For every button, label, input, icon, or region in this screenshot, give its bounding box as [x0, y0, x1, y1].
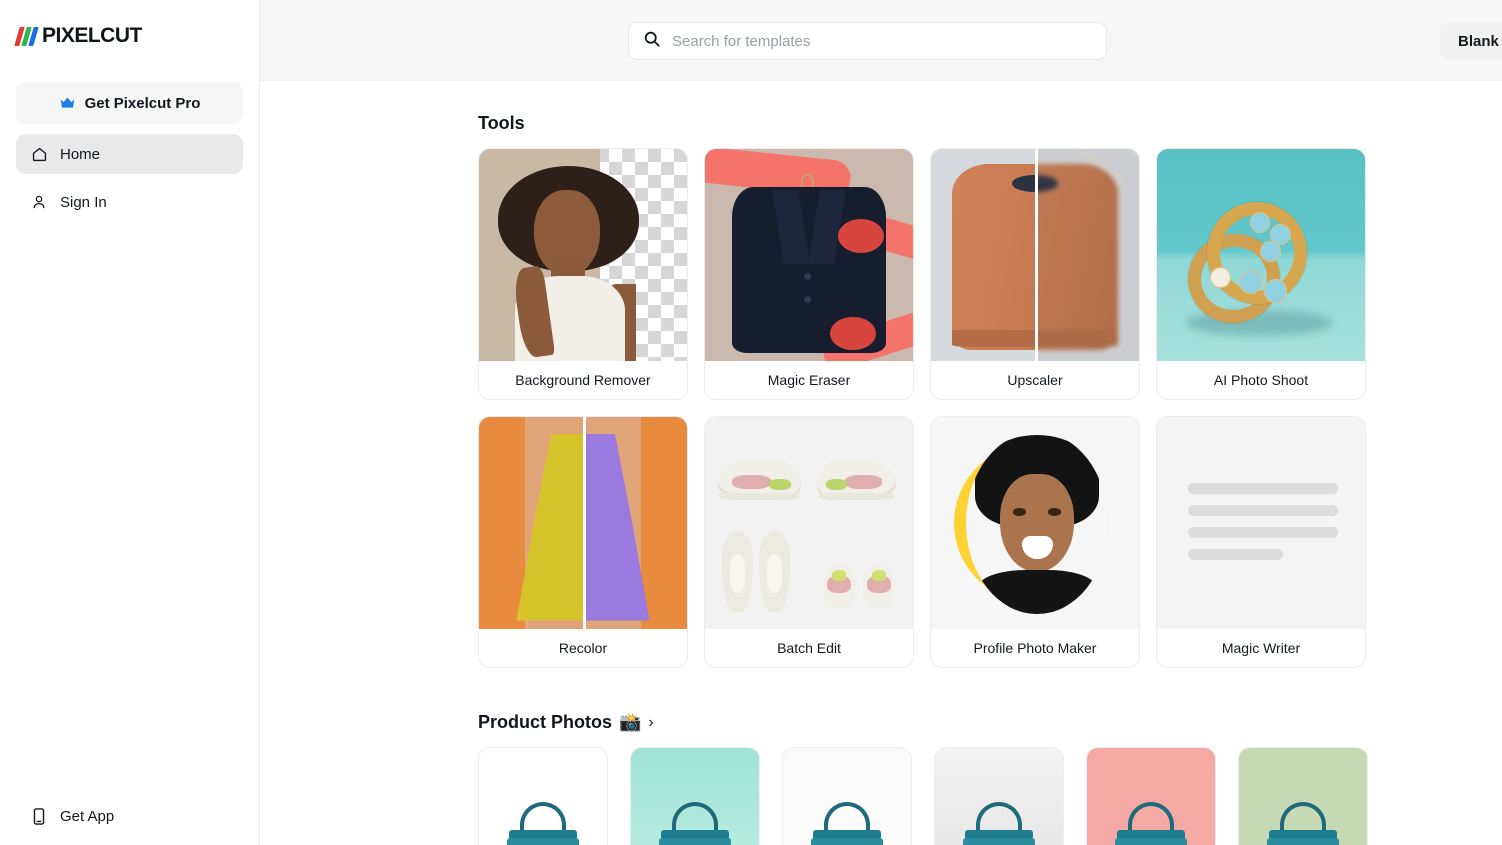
- sidebar-item-sign-in-label: Sign In: [60, 193, 107, 211]
- camera-icon: 📸: [619, 712, 642, 732]
- product-photos-title-text: Product Photos: [478, 712, 612, 732]
- tool-label-profile-photo-maker: Profile Photo Maker: [931, 629, 1139, 667]
- app-root: PIXELCUT Get Pixelcut Pro Home Sign In G…: [0, 0, 1502, 845]
- blank-project-button[interactable]: Blank P: [1440, 22, 1502, 60]
- logo[interactable]: PIXELCUT: [0, 0, 259, 72]
- get-app-label: Get App: [60, 807, 115, 825]
- tool-label-magic-writer: Magic Writer: [1157, 629, 1365, 667]
- topbar: Blank P: [260, 0, 1502, 81]
- sidebar-bottom: Get App: [0, 796, 259, 836]
- tool-label-ai-photo-shoot: AI Photo Shoot: [1157, 361, 1365, 399]
- sidebar-item-home-label: Home: [60, 145, 101, 163]
- tool-card-ai-photo-shoot[interactable]: AI Photo Shoot: [1156, 148, 1366, 400]
- crown-icon: [59, 94, 77, 112]
- tool-label-magic-eraser: Magic Eraser: [705, 361, 913, 399]
- phone-icon: [30, 807, 48, 825]
- content-scroll-area: Tools Background Remover Magic Eraser Up…: [260, 113, 1502, 845]
- logo-text: PIXELCUT: [42, 24, 142, 47]
- profile-photo-maker-thumbnail: [931, 417, 1139, 629]
- upscaler-thumbnail: [931, 149, 1139, 361]
- product-photo-card-sage[interactable]: [1238, 747, 1368, 845]
- search-input[interactable]: [672, 32, 1092, 50]
- sidebar-nav: Get Pixelcut Pro Home Sign In: [0, 72, 259, 222]
- product-photo-card-gray[interactable]: [934, 747, 1064, 845]
- tools-section-title: Tools: [478, 113, 1502, 134]
- batch-edit-thumbnail: [705, 417, 913, 629]
- tool-card-background-remover[interactable]: Background Remover: [478, 148, 688, 400]
- tool-label-recolor: Recolor: [479, 629, 687, 667]
- logo-slashes-icon: [14, 26, 39, 46]
- tool-card-recolor[interactable]: Recolor: [478, 416, 688, 668]
- product-photos-row: [478, 747, 1502, 845]
- magic-writer-thumbnail: [1157, 417, 1365, 629]
- product-photo-card-pink[interactable]: [1086, 747, 1216, 845]
- tool-card-batch-edit[interactable]: Batch Edit: [704, 416, 914, 668]
- tools-grid: Background Remover Magic Eraser Upscaler…: [478, 148, 1502, 668]
- background-remover-thumbnail: [479, 149, 687, 361]
- tools-title-text: Tools: [478, 113, 525, 133]
- main-content: Blank P Tools: [260, 0, 1502, 845]
- product-photo-card-white[interactable]: [478, 747, 608, 845]
- tool-card-profile-photo-maker[interactable]: Profile Photo Maker: [930, 416, 1140, 668]
- home-icon: [30, 145, 48, 163]
- sidebar-item-home[interactable]: Home: [16, 134, 243, 174]
- tool-label-background-remover: Background Remover: [479, 361, 687, 399]
- search-icon: [643, 30, 661, 53]
- tool-card-magic-eraser[interactable]: Magic Eraser: [704, 148, 914, 400]
- recolor-thumbnail: [479, 417, 687, 629]
- tool-card-upscaler[interactable]: Upscaler: [930, 148, 1140, 400]
- tool-label-batch-edit: Batch Edit: [705, 629, 913, 667]
- magic-eraser-thumbnail: [705, 149, 913, 361]
- chevron-right-icon: ›: [648, 713, 654, 731]
- search-box[interactable]: [628, 22, 1107, 60]
- get-app-button[interactable]: Get App: [16, 796, 243, 836]
- tool-label-upscaler: Upscaler: [931, 361, 1139, 399]
- ai-photo-shoot-thumbnail: [1157, 149, 1365, 361]
- sidebar: PIXELCUT Get Pixelcut Pro Home Sign In G…: [0, 0, 260, 845]
- product-photos-section-title[interactable]: Product Photos 📸 ›: [478, 712, 1502, 733]
- get-pixelcut-pro-label: Get Pixelcut Pro: [84, 94, 201, 112]
- tool-card-magic-writer[interactable]: Magic Writer: [1156, 416, 1366, 668]
- product-photo-card-white-soft[interactable]: [782, 747, 912, 845]
- product-photo-card-mint[interactable]: [630, 747, 760, 845]
- sidebar-item-sign-in[interactable]: Sign In: [16, 182, 243, 222]
- get-pixelcut-pro-button[interactable]: Get Pixelcut Pro: [16, 82, 243, 124]
- user-icon: [30, 193, 48, 211]
